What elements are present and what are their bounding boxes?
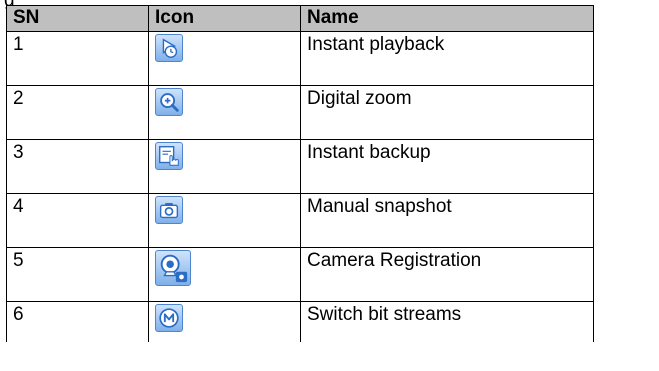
camera-registration-icon [155, 250, 191, 286]
sn-cell: 6 [6, 301, 149, 342]
icon-cell [148, 85, 301, 140]
header-sn: SN [6, 5, 149, 32]
icon-cell [148, 301, 301, 342]
digital-zoom-icon [155, 88, 183, 116]
name-cell: Camera Registration [300, 247, 594, 302]
name-cell: Instant playback [300, 31, 594, 86]
table-row: 6 Switch bit streams [6, 301, 594, 342]
table-row: 1 Instant playback [6, 31, 594, 86]
sn-cell: 5 [6, 247, 149, 302]
icon-cell [148, 31, 301, 86]
sn-cell: 2 [6, 85, 149, 140]
name-cell: Instant backup [300, 139, 594, 194]
icon-cell [148, 247, 301, 302]
name-cell: Digital zoom [300, 85, 594, 140]
icon-table: SN Icon Name 1 Instant playback 2 Digita… [6, 5, 594, 342]
icon-cell [148, 139, 301, 194]
sn-cell: 4 [6, 193, 149, 248]
name-cell: Switch bit streams [300, 301, 594, 342]
instant-playback-icon [155, 34, 183, 62]
table-row: 2 Digital zoom [6, 85, 594, 140]
table-row: 3 Instant backup [6, 139, 594, 194]
table-row: 4 Manual snapshot [6, 193, 594, 248]
sn-cell: 1 [6, 31, 149, 86]
manual-snapshot-icon [155, 196, 183, 224]
table-row: 5 Camera Registration [6, 247, 594, 302]
sn-cell: 3 [6, 139, 149, 194]
icon-cell [148, 193, 301, 248]
switch-bit-streams-icon [155, 304, 183, 332]
instant-backup-icon [155, 142, 183, 170]
header-icon: Icon [148, 5, 301, 32]
name-cell: Manual snapshot [300, 193, 594, 248]
header-row: SN Icon Name [6, 5, 594, 32]
header-name: Name [300, 5, 594, 32]
